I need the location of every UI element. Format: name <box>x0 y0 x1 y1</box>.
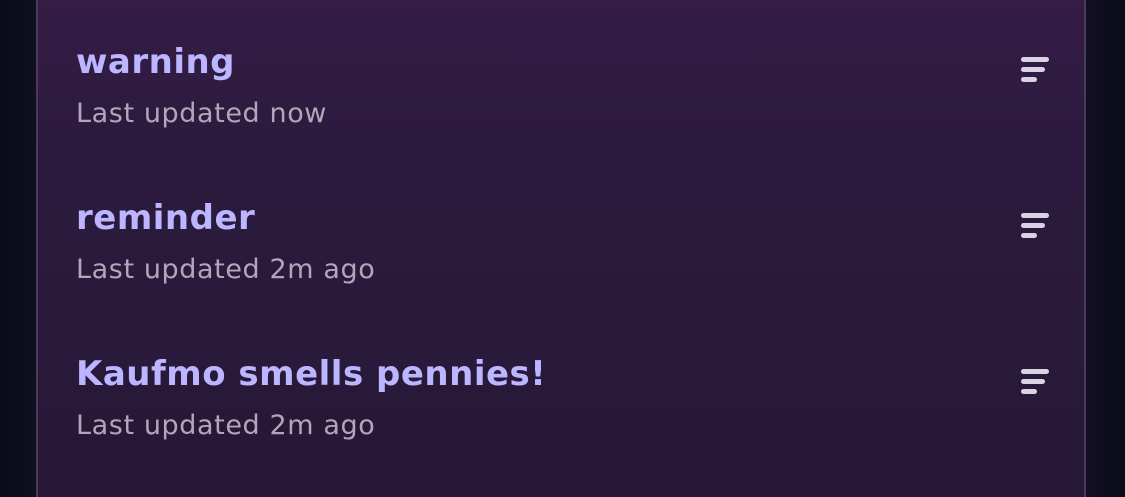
item-last-updated: Last updated 2m ago <box>76 254 376 285</box>
drag-handle-icon[interactable] <box>1018 54 1052 86</box>
item-last-updated: Last updated 2m ago <box>76 410 376 441</box>
drag-handle-icon[interactable] <box>1018 210 1052 242</box>
item-title: Kaufmo smells pennies! <box>76 354 547 394</box>
drag-handle-icon[interactable] <box>1018 366 1052 398</box>
list-item-warning[interactable]: warning Last updated now <box>76 42 1052 142</box>
item-title: warning <box>76 42 236 82</box>
list-item-reminder[interactable]: reminder Last updated 2m ago <box>76 198 1052 298</box>
item-last-updated: Last updated now <box>76 98 327 129</box>
notes-list-panel: warning Last updated now reminder Last u… <box>36 0 1086 497</box>
list-item-kaufmo[interactable]: Kaufmo smells pennies! Last updated 2m a… <box>76 354 1052 454</box>
item-title: reminder <box>76 198 256 238</box>
